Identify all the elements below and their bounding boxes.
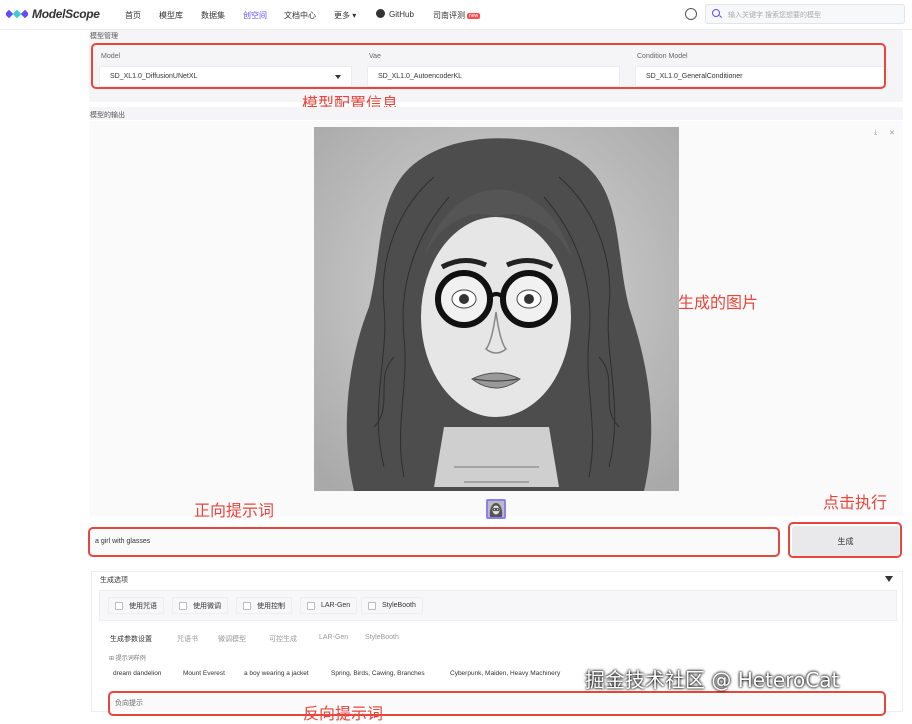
checkbox-icon [115,601,123,610]
modelscope-logo[interactable]: ModelScope [6,7,100,21]
nav-evaluation[interactable]: 司南评测 new [433,10,481,21]
generated-portrait-drawing [314,127,679,491]
prompt-annotation: 正向提示词 [194,501,275,520]
checkbox-label: 使用微调 [193,602,221,610]
execute-highlight-box [788,522,902,558]
modelscope-logo-icon [6,9,28,19]
tab-generation-params[interactable]: 生成参数设置 [110,634,152,644]
output-panel-title: 模型的输出 [90,112,125,119]
collapse-triangle-icon[interactable] [885,576,893,582]
thumbnail-portrait-drawing [488,501,504,517]
watermark: 掘金技术社区 @ HeteroCat [585,668,840,692]
nav-more-dropdown[interactable]: 更多 ▾ [334,10,356,21]
checkbox-lar-gen[interactable]: LAR-Gen [300,597,358,614]
search-icon [712,9,720,17]
checkbox-label: 使用咒语 [129,602,157,610]
search-placeholder: 输入关键字 搜索您想要的模型 [728,12,821,19]
checkbox-use-spell[interactable]: 使用咒语 [108,597,164,614]
nav-docs[interactable]: 文档中心 [284,10,316,21]
nav-models[interactable]: 模型库 [159,10,183,21]
github-icon [376,9,385,18]
checkbox-use-finetune[interactable]: 使用微调 [172,597,228,614]
checkbox-label: StyleBooth [382,602,416,609]
nav-github[interactable]: GitHub [389,10,414,19]
checkbox-stylebooth[interactable]: StyleBooth [361,597,423,614]
download-icon[interactable]: ⤓ [874,129,877,137]
execute-annotation: 点击执行 [823,493,888,512]
checkbox-icon [243,601,251,610]
new-badge: new [467,12,481,19]
image-annotation: 生成的图片 [678,293,759,312]
prompt-highlight-box [88,527,780,557]
example-chip[interactable]: dream dandelion [113,670,161,677]
output-panel-header [89,107,903,120]
close-icon[interactable]: ✕ [889,129,895,137]
config-highlight-box [91,43,886,89]
checkbox-label: 使用控制 [257,602,285,610]
nav-evaluation-label: 司南评测 [433,11,465,20]
negative-annotation: 反向提示词 [303,704,384,723]
example-chip[interactable]: a boy wearing a jacket [244,670,309,677]
checkbox-label: LAR-Gen [321,602,351,609]
top-navigation-bar: ModelScope 首页 模型库 数据集 创空间 文档中心 更多 ▾ GitH… [0,0,912,30]
tab-finetune-models[interactable]: 微调模型 [218,634,246,644]
checkbox-icon [368,601,376,610]
example-chip[interactable]: Cyberpunk, Maiden, Heavy Machinery [450,670,560,677]
tab-stylebooth[interactable]: StyleBooth [365,634,399,641]
tab-lar-gen[interactable]: LAR-Gen [319,634,348,641]
model-management-title: 模型管理 [90,33,118,40]
generation-options-title: 生成选项 [100,577,128,584]
search-box[interactable]: 输入关键字 搜索您想要的模型 [705,4,905,24]
tab-spell-book[interactable]: 咒语书 [177,634,198,644]
example-chip[interactable]: Mount Everest [183,670,225,677]
tab-controllable-gen[interactable]: 可控生成 [269,634,297,644]
examples-label: ⊞ 提示词样例 [109,656,146,662]
checkbox-icon [307,601,315,610]
checkbox-icon [179,601,187,610]
logo-text: ModelScope [32,7,100,21]
thumbnail-image[interactable] [486,499,506,519]
nav-datasets[interactable]: 数据集 [201,10,225,21]
language-globe-icon[interactable] [685,8,697,20]
nav-home[interactable]: 首页 [125,10,141,21]
generated-image[interactable] [314,127,679,491]
example-chip[interactable]: Spring, Birds, Cawing, Branches [331,670,425,677]
checkbox-use-control[interactable]: 使用控制 [236,597,292,614]
nav-studios[interactable]: 创空间 [243,10,267,21]
negative-highlight-box [108,691,886,716]
